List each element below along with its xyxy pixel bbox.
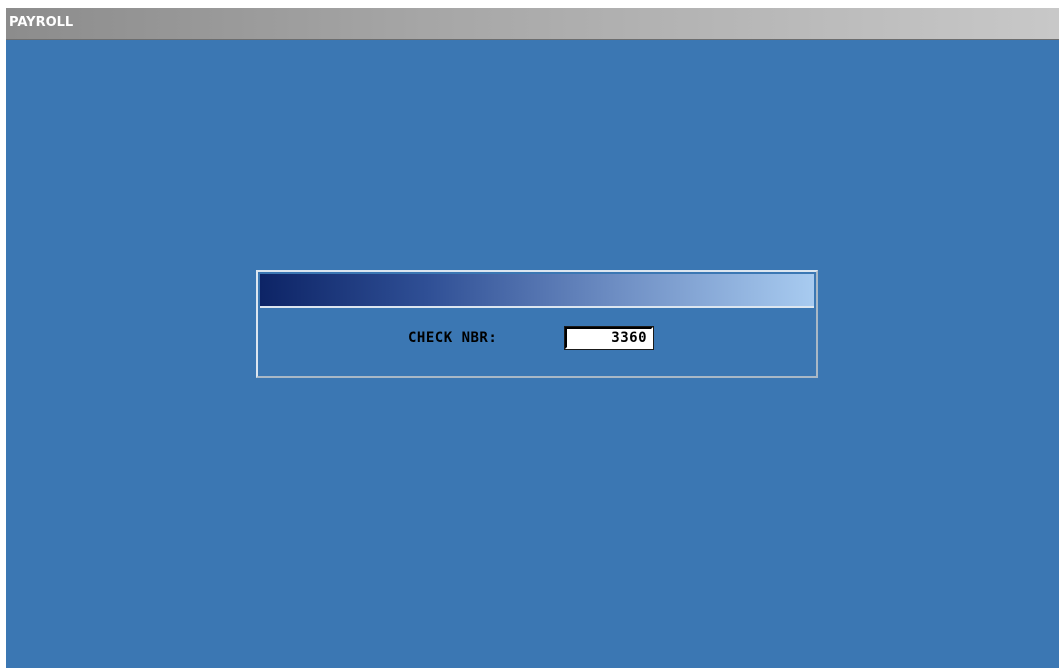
window-title: PAYROLL bbox=[9, 15, 74, 30]
screen: PAYROLL CHECK NBR: bbox=[0, 0, 1059, 668]
check-number-dialog: CHECK NBR: bbox=[256, 270, 818, 378]
payroll-window: PAYROLL CHECK NBR: bbox=[6, 8, 1059, 668]
title-bar[interactable]: PAYROLL bbox=[6, 8, 1059, 40]
check-number-label: CHECK NBR: bbox=[408, 330, 498, 346]
check-number-input[interactable] bbox=[564, 326, 654, 350]
check-number-row: CHECK NBR: bbox=[258, 324, 816, 350]
dialog-header bbox=[260, 274, 814, 308]
